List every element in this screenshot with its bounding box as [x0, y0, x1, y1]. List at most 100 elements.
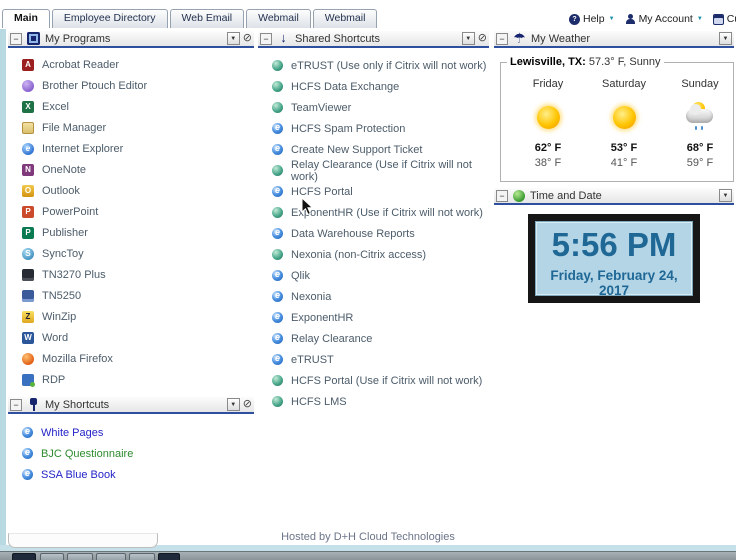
list-item-hcfs-portal-use-if-citrix-will-not-work[interactable]: HCFS Portal (Use if Citrix will not work…: [258, 370, 489, 391]
customize-icon: [712, 13, 724, 25]
list-item-outlook[interactable]: Outlook: [8, 180, 254, 201]
list-item-synctoy[interactable]: SyncToy: [8, 243, 254, 264]
list-item-internet-explorer[interactable]: Internet Explorer: [8, 138, 254, 159]
list-item-excel[interactable]: Excel: [8, 96, 254, 117]
collapse-button[interactable]: −: [10, 398, 22, 411]
menu-help[interactable]: ? Help ▼: [569, 13, 615, 25]
panel-menu-button[interactable]: ▼: [461, 32, 475, 45]
panel-menu-button[interactable]: ▼: [226, 398, 240, 411]
list-item-data-warehouse-reports[interactable]: Data Warehouse Reports: [258, 223, 489, 244]
item-label: WinZip: [42, 310, 77, 323]
user-icon: [625, 13, 636, 25]
menu-customize[interactable]: Customize: [712, 13, 736, 25]
ie-blue-icon: [272, 122, 283, 134]
item-label: RDP: [42, 373, 66, 386]
list-item-file-manager[interactable]: File Manager: [8, 117, 254, 138]
time-and-date-header: − Time and Date ▼: [494, 188, 734, 205]
panel-menu-button[interactable]: ▼: [719, 189, 732, 202]
item-label: Relay Clearance: [291, 332, 373, 345]
item-label: Publisher: [42, 226, 88, 239]
sunny-icon: [536, 105, 560, 129]
item-label: eTRUST (Use only if Citrix will not work…: [291, 59, 487, 72]
portal-page: { "tabs": [ { "label": "Main", "active":…: [0, 0, 736, 560]
menu-label: Help: [583, 13, 605, 25]
taskbar-button[interactable]: [67, 553, 93, 560]
list-item-create-new-support-ticket[interactable]: Create New Support Ticket: [258, 139, 489, 160]
list-item-winzip[interactable]: WinZip: [8, 306, 254, 327]
panel-close-button[interactable]: ⊘: [243, 399, 252, 410]
panel-title: My Shortcuts: [45, 398, 110, 411]
list-item-acrobat-reader[interactable]: Acrobat Reader: [8, 54, 254, 75]
word-icon: [22, 331, 34, 344]
forecast-high: 62° F: [534, 142, 562, 154]
list-item-tn3270-plus[interactable]: TN3270 Plus: [8, 264, 254, 285]
list-item-hcfs-data-exchange[interactable]: HCFS Data Exchange: [258, 76, 489, 97]
sunny-icon: [612, 105, 636, 129]
forecast-high: 68° F: [686, 142, 714, 154]
item-label: Acrobat Reader: [42, 58, 120, 71]
list-item-qlik[interactable]: Qlik: [258, 265, 489, 286]
item-label: TN5250: [42, 289, 82, 302]
forecast-day: Friday: [532, 78, 564, 90]
collapse-button[interactable]: −: [260, 32, 272, 45]
list-item-nexonia-non-citrix-access[interactable]: Nexonia (non-Citrix access): [258, 244, 489, 265]
list-item-exponenthr-use-if-citrix-will-not-work[interactable]: ExponentHR (Use if Citrix will not work): [258, 202, 489, 223]
globe-green-icon: [272, 102, 283, 113]
list-item-etrust-use-only-if-citrix-will-not-work[interactable]: eTRUST (Use only if Citrix will not work…: [258, 55, 489, 76]
list-item-mozilla-firefox[interactable]: Mozilla Firefox: [8, 348, 254, 369]
excel-icon: [22, 100, 34, 113]
globe-green-icon: [272, 375, 283, 386]
collapse-button[interactable]: −: [496, 189, 508, 202]
rdp-icon: [22, 373, 35, 387]
tab-web-email[interactable]: Web Email: [169, 9, 245, 28]
collapse-button[interactable]: −: [496, 32, 508, 45]
list-item-word[interactable]: Word: [8, 327, 254, 348]
panel-close-button[interactable]: ⊘: [243, 33, 252, 44]
taskbar: [0, 551, 736, 560]
list-item-relay-clearance[interactable]: Relay Clearance: [258, 328, 489, 349]
item-label: White Pages: [41, 426, 104, 439]
list-item-exponenthr[interactable]: ExponentHR: [258, 307, 489, 328]
panel-menu-button[interactable]: ▼: [719, 32, 732, 45]
tab-webmail[interactable]: Webmail: [312, 9, 378, 28]
list-item-powerpoint[interactable]: PowerPoint: [8, 201, 254, 222]
forecast-day: Sunday: [681, 78, 719, 90]
list-item-etrust[interactable]: eTRUST: [258, 349, 489, 370]
tab-employee-directory[interactable]: Employee Directory: [51, 9, 168, 28]
list-item-relay-clearance-use-if-citrix-will-not-w[interactable]: Relay Clearance (Use if Citrix will not …: [258, 159, 489, 183]
taskbar-button[interactable]: [129, 553, 155, 560]
list-item-publisher[interactable]: Publisher: [8, 222, 254, 243]
ie-blue-icon: [272, 143, 283, 155]
ie-blue-icon: [22, 468, 33, 480]
list-item-hcfs-lms[interactable]: HCFS LMS: [258, 391, 489, 412]
menu-my-account[interactable]: My Account ▼: [625, 13, 703, 25]
list-item-tn5250[interactable]: TN5250: [8, 285, 254, 306]
panel-menu-button[interactable]: ▼: [226, 32, 240, 45]
tab-main[interactable]: Main: [2, 9, 50, 28]
ie-blue-icon: [272, 332, 283, 344]
item-label: SyncToy: [42, 247, 84, 260]
list-item-nexonia[interactable]: Nexonia: [258, 286, 489, 307]
ie-blue-icon: [272, 290, 283, 302]
list-item-brother-ptouch-editor[interactable]: Brother Ptouch Editor: [8, 75, 254, 96]
collapse-button[interactable]: −: [10, 32, 22, 45]
taskbar-button[interactable]: [96, 553, 126, 560]
tab-webmail[interactable]: Webmail: [246, 9, 311, 28]
item-label: ExponentHR: [291, 311, 354, 324]
panel-close-button[interactable]: ⊘: [478, 33, 487, 44]
list-item-white-pages[interactable]: White Pages: [8, 422, 254, 443]
my-weather-header: − ☂ My Weather ▼: [494, 31, 734, 48]
list-item-rdp[interactable]: RDP: [8, 369, 254, 390]
list-item-ssa-blue-book[interactable]: SSA Blue Book: [8, 464, 254, 485]
digital-clock: 5:56 PM Friday, February 24, 2017: [528, 214, 700, 303]
list-item-teamviewer[interactable]: TeamViewer: [258, 97, 489, 118]
taskbar-button[interactable]: [12, 553, 36, 560]
taskbar-button[interactable]: [158, 553, 180, 560]
list-item-hcfs-portal[interactable]: HCFS Portal: [258, 181, 489, 202]
list-item-bjc-questionnaire[interactable]: BJC Questionnaire: [8, 443, 254, 464]
list-item-onenote[interactable]: OneNote: [8, 159, 254, 180]
onenote-icon: [22, 163, 34, 176]
taskbar-button[interactable]: [40, 553, 64, 560]
item-label: PowerPoint: [42, 205, 99, 218]
list-item-hcfs-spam-protection[interactable]: HCFS Spam Protection: [258, 118, 489, 139]
